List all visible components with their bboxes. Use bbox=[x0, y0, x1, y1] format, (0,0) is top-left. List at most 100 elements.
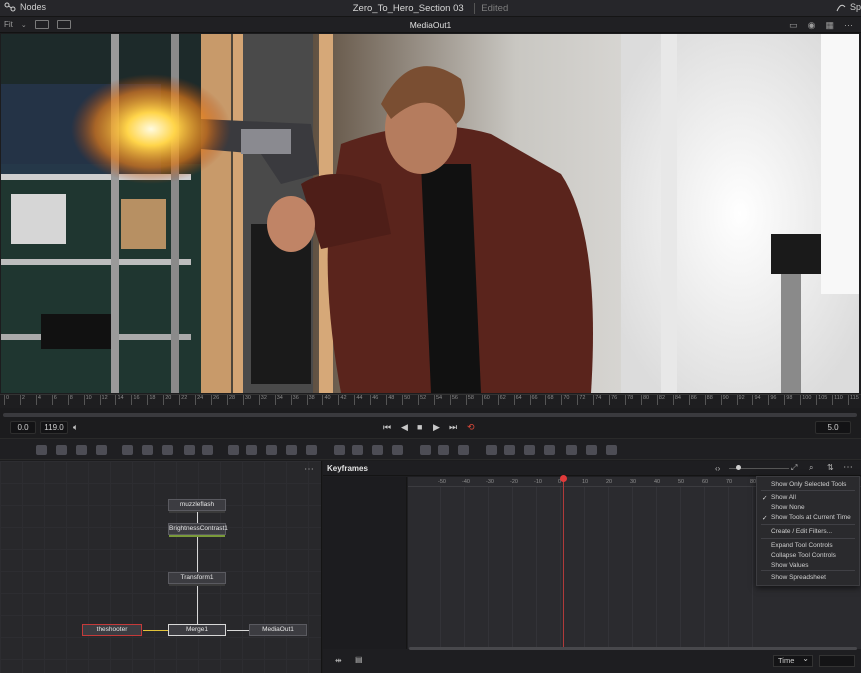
channel-icon[interactable]: ◉ bbox=[808, 20, 816, 31]
ruler-tick-label: 38 bbox=[306, 395, 315, 405]
keyframes-scrollbar[interactable] bbox=[409, 647, 857, 650]
rectangle-mask-tool-icon[interactable] bbox=[228, 445, 239, 455]
keyframes-tool-list[interactable] bbox=[323, 477, 407, 649]
go-to-start-icon[interactable]: ⏮︎ bbox=[383, 422, 391, 433]
ruler-tick-label: 88 bbox=[704, 395, 713, 405]
go-to-end-icon[interactable]: ⏭︎ bbox=[449, 422, 457, 433]
paint-tool-icon[interactable] bbox=[56, 445, 67, 455]
ruler-tick-label: 16 bbox=[131, 395, 140, 405]
zoom-icon[interactable]: ⌕ bbox=[809, 463, 813, 473]
node-theshooter[interactable]: theshooter bbox=[82, 624, 142, 636]
background-tool-icon[interactable] bbox=[36, 445, 47, 455]
material-tool-icon[interactable] bbox=[544, 445, 555, 455]
start-time-field[interactable]: 0.0 bbox=[10, 421, 36, 434]
color-corrector-tool-icon[interactable] bbox=[142, 445, 153, 455]
node-merge[interactable]: Merge1 bbox=[168, 624, 226, 636]
node-transform[interactable]: Transform1 bbox=[168, 572, 226, 586]
play-icon[interactable]: ▶ bbox=[433, 422, 440, 433]
keyframes-title: Keyframes bbox=[327, 464, 368, 473]
menu-item[interactable]: Create / Edit Filters... bbox=[771, 528, 832, 535]
flare-tool-icon[interactable] bbox=[184, 445, 195, 455]
corner-pin-tool-icon[interactable] bbox=[372, 445, 383, 455]
node-brightnesscontrast[interactable]: BrightnessContrast1 bbox=[168, 523, 228, 537]
menu-item[interactable]: ✓ Show All bbox=[762, 494, 796, 502]
playhead-handle[interactable] bbox=[560, 475, 567, 482]
menu-item[interactable]: Show Values bbox=[771, 562, 808, 569]
tool-bar bbox=[0, 438, 861, 460]
emitter-tool-icon[interactable] bbox=[202, 445, 213, 455]
audio-icon[interactable]: 🔈︎ bbox=[73, 422, 78, 433]
keyframes-ruler-label: -50 bbox=[438, 479, 446, 485]
menu-item[interactable]: ✓ Show Tools at Current Time bbox=[762, 514, 851, 522]
keyframes-ruler-label: 30 bbox=[630, 479, 637, 485]
current-frame-field[interactable]: 5.0 bbox=[815, 421, 851, 434]
menu-item[interactable]: Show None bbox=[771, 504, 805, 511]
bspline-tool-icon[interactable] bbox=[266, 445, 277, 455]
node-mediaout[interactable]: MediaOut1 bbox=[249, 624, 307, 636]
ruler-tick-label: 58 bbox=[465, 395, 474, 405]
ruler-tick-label: 80 bbox=[640, 395, 650, 405]
time-ruler[interactable]: 0 2 4 6 8 10 12 14 16 18 20 22 24 26 28 30 32 34 36 38 40 42 4… bbox=[0, 394, 861, 408]
menu-item[interactable]: Show Only Selected Tools bbox=[771, 481, 846, 488]
viewer-image[interactable] bbox=[1, 34, 859, 393]
distort-tool-icon[interactable] bbox=[392, 445, 403, 455]
node-editor-options-icon[interactable]: ⋯ bbox=[304, 464, 315, 475]
blur-tool-icon[interactable] bbox=[122, 445, 133, 455]
ellipse-tool-icon[interactable] bbox=[286, 445, 297, 455]
keyframes-gridline bbox=[512, 487, 513, 649]
fit-icon[interactable]: ⤢ bbox=[791, 463, 797, 473]
time-mode-select[interactable]: Time bbox=[773, 654, 813, 667]
renderer3d-tool-icon[interactable] bbox=[586, 445, 597, 455]
spline-button[interactable]: Sp bbox=[836, 2, 861, 12]
merge-tool-tool-icon[interactable] bbox=[306, 445, 317, 455]
tracks-icon[interactable]: ⇹ bbox=[335, 656, 342, 665]
image-plane-tool-icon[interactable] bbox=[606, 445, 617, 455]
ruler-tick-label: 96 bbox=[768, 395, 777, 405]
crop-tool-icon[interactable] bbox=[352, 445, 363, 455]
polygon-tool-icon[interactable] bbox=[246, 445, 257, 455]
brush-tool-icon[interactable] bbox=[96, 445, 107, 455]
ruler-tick-label: 20 bbox=[163, 395, 172, 405]
light-tool-icon[interactable] bbox=[504, 445, 515, 455]
spreadsheet-icon[interactable]: ▤ bbox=[355, 655, 363, 664]
ruler-tick-label: 12 bbox=[99, 395, 108, 405]
menu-item[interactable]: Collapse Tool Controls bbox=[771, 552, 836, 559]
fbx-tool-icon[interactable] bbox=[524, 445, 535, 455]
node-editor[interactable]: ⋯ muzzleflash BrightnessContrast1 Transf… bbox=[0, 461, 322, 673]
zoom-slider-knob[interactable] bbox=[736, 465, 741, 470]
time-value-field[interactable] bbox=[819, 655, 855, 667]
zoom-fit-icon[interactable]: ‹› bbox=[715, 464, 720, 473]
render-tool-icon[interactable] bbox=[438, 445, 449, 455]
stop-icon[interactable]: ■ bbox=[417, 422, 422, 432]
curves-tool-icon[interactable] bbox=[162, 445, 173, 455]
link-line bbox=[197, 586, 198, 624]
shape-tool-icon[interactable] bbox=[566, 445, 577, 455]
step-back-icon[interactable]: ◀ bbox=[401, 422, 408, 433]
end-time-field[interactable]: 119.0 bbox=[40, 421, 68, 434]
camera-tool-icon[interactable] bbox=[486, 445, 497, 455]
ruler-tick-label: 76 bbox=[609, 395, 618, 405]
text-tool-icon[interactable] bbox=[76, 445, 87, 455]
roi-icon[interactable]: ▭ bbox=[789, 20, 798, 31]
sort-icon[interactable]: ⇅ bbox=[827, 463, 834, 472]
keyframes-options-menu: Show Only Selected Tools ✓ Show All Show No… bbox=[756, 476, 860, 586]
grid-icon[interactable]: ▦ bbox=[825, 20, 834, 31]
menu-item-label: Expand Tool Controls bbox=[771, 542, 833, 549]
ruler-tick-label: 18 bbox=[147, 395, 156, 405]
more-icon[interactable]: ⋯ bbox=[844, 20, 853, 31]
particles-tool-icon[interactable] bbox=[420, 445, 431, 455]
transform-tool-icon[interactable] bbox=[334, 445, 345, 455]
top-bar: Nodes Zero_To_Hero_Section 03 Edited Sp bbox=[0, 0, 861, 17]
menu-item-label: Show Values bbox=[771, 562, 809, 569]
keyframes-header: Keyframes ‹› ⤢ ⌕ ⇅ ⋯ bbox=[323, 461, 861, 476]
keyframes-ruler-label: 70 bbox=[726, 479, 733, 485]
time-scrubber[interactable] bbox=[3, 413, 857, 417]
ruler-tick-label: 62 bbox=[497, 395, 506, 405]
shader-tool-icon[interactable] bbox=[458, 445, 469, 455]
loop-icon[interactable]: ⟲ bbox=[467, 422, 475, 433]
keyframes-options-icon[interactable]: ⋯ bbox=[843, 462, 853, 473]
menu-item[interactable]: Show Spreadsheet bbox=[771, 574, 826, 581]
node-muzzleflash[interactable]: muzzleflash bbox=[168, 499, 226, 513]
menu-item[interactable]: Expand Tool Controls bbox=[771, 542, 833, 549]
ruler-tick-label: 78 bbox=[625, 395, 634, 405]
